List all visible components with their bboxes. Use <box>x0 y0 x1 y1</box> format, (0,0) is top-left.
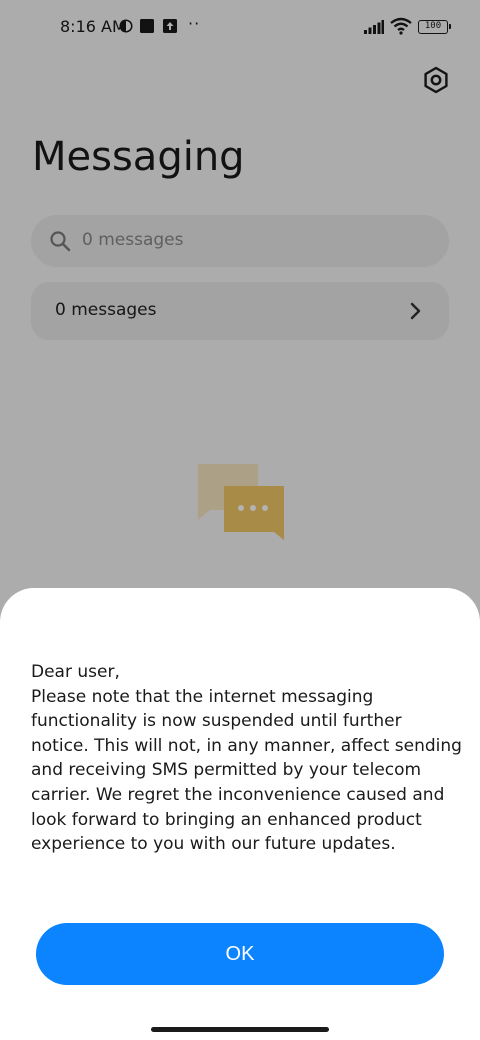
notice-line: Please note that the internet messaging <box>31 686 374 707</box>
notice-line: Dear user, <box>31 662 120 682</box>
notice-line: functionality is now suspended until fur… <box>31 711 402 732</box>
notice-bottom-sheet: Dear user, Please note that the internet… <box>0 588 480 1040</box>
ok-button[interactable]: OK <box>36 923 444 985</box>
notice-line: and receiving SMS permitted by your tele… <box>31 760 422 781</box>
notice-line: look forward to bringing an enhanced pro… <box>31 809 422 830</box>
notice-line: experience to you with our future update… <box>31 834 396 855</box>
home-indicator[interactable] <box>151 1027 329 1032</box>
notice-line: notice. This will not, in any manner, af… <box>31 735 462 756</box>
notice-line: carrier. We regret the inconvenience cau… <box>31 784 445 805</box>
notice-message: Dear user, Please note that the internet… <box>31 660 471 857</box>
